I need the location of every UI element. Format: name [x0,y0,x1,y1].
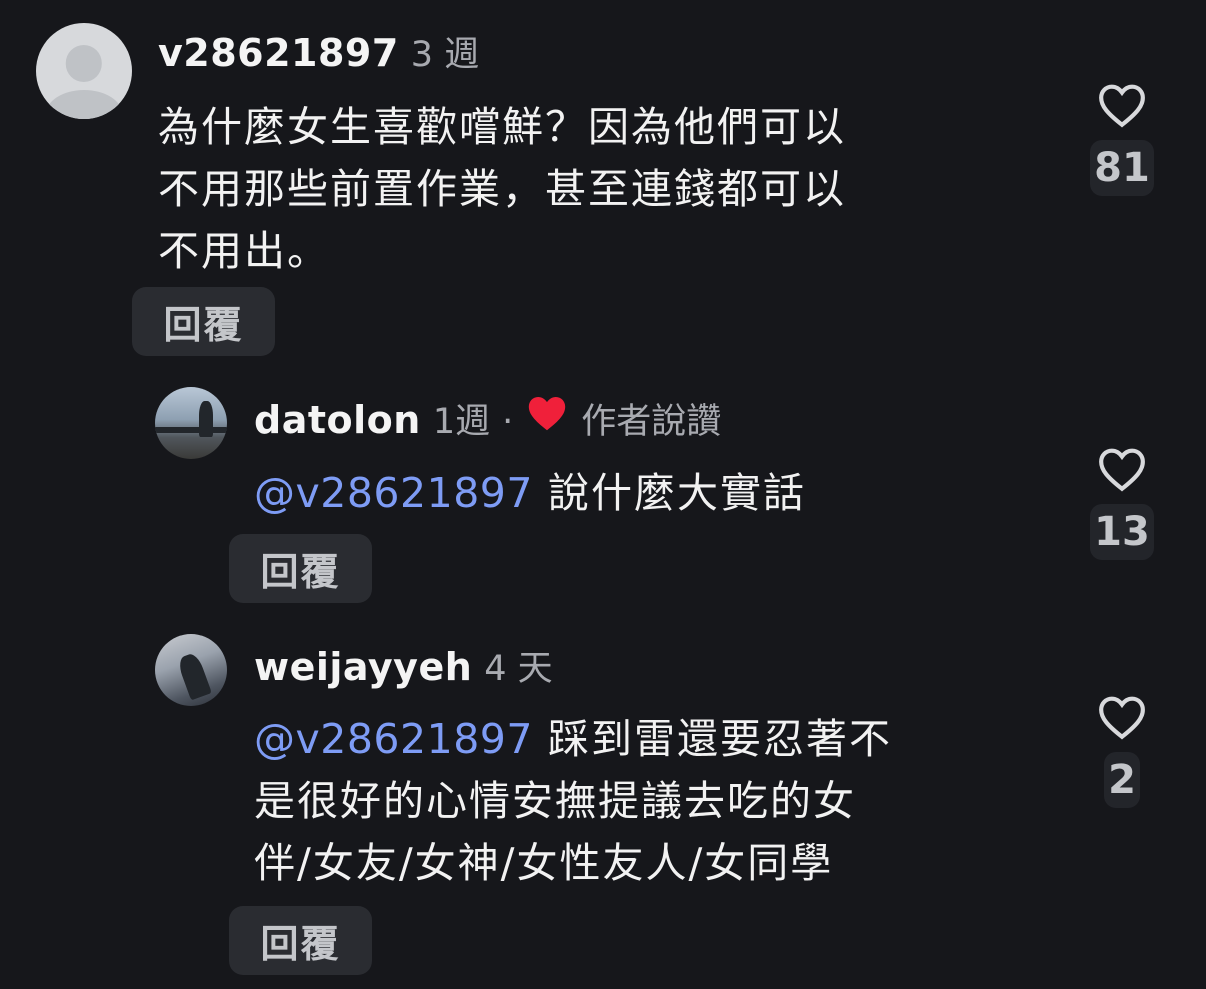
like-count: 13 [1090,504,1154,560]
heart-outline-icon[interactable] [1097,446,1147,492]
avatar[interactable] [155,634,227,706]
mention-link[interactable]: @v28621897 [254,715,533,763]
timestamp: 4 天 [484,649,553,689]
heart-outline-icon[interactable] [1097,82,1147,128]
reply-button[interactable]: 回覆 [229,534,372,603]
comment-text: @v28621897 踩到雷還要忍著不是很好的心情安撫提議去吃的女 伴/女友/女… [254,708,1054,894]
username[interactable]: datolon [254,398,421,442]
comment-header: datolon 1週 · 作者說讚 [254,393,721,444]
timestamp: 3 週 [410,35,480,75]
like-column: 81 [1090,82,1154,196]
comment-header: v28621897 3 週 [158,26,479,77]
timestamp: 1週 [432,402,491,442]
comment-text-content: 是很好的心情安撫提議去吃的女 伴/女友/女神/女性友人/女同學 [254,777,856,887]
default-avatar-icon [65,45,103,82]
like-count: 2 [1104,752,1140,808]
separator-dot: · [502,402,514,442]
comment-header: weijayyeh 4 天 [254,640,553,691]
avatar[interactable] [36,23,132,119]
author-liked-label: 作者說讚 [581,402,722,442]
like-count: 81 [1090,140,1154,196]
avatar[interactable] [155,387,227,459]
like-column: 13 [1090,446,1154,560]
comment-text: @v28621897 說什麼大實話 [254,462,1074,524]
username[interactable]: v28621897 [158,31,399,75]
reply-button[interactable]: 回覆 [229,906,372,975]
comment-text-line: 踩到雷還要忍著不 [532,715,892,763]
username[interactable]: weijayyeh [254,645,472,689]
heart-filled-icon [525,393,569,442]
like-column: 2 [1092,694,1152,808]
comment-text: 為什麼女生喜歡嚐鮮？因為他們可以 不用那些前置作業，甚至連錢都可以 不用出。 [158,103,846,275]
comment-text-content: 說什麼大實話 [532,469,806,517]
heart-outline-icon[interactable] [1097,694,1147,740]
reply-button[interactable]: 回覆 [132,287,275,356]
mention-link[interactable]: @v28621897 [254,469,533,517]
